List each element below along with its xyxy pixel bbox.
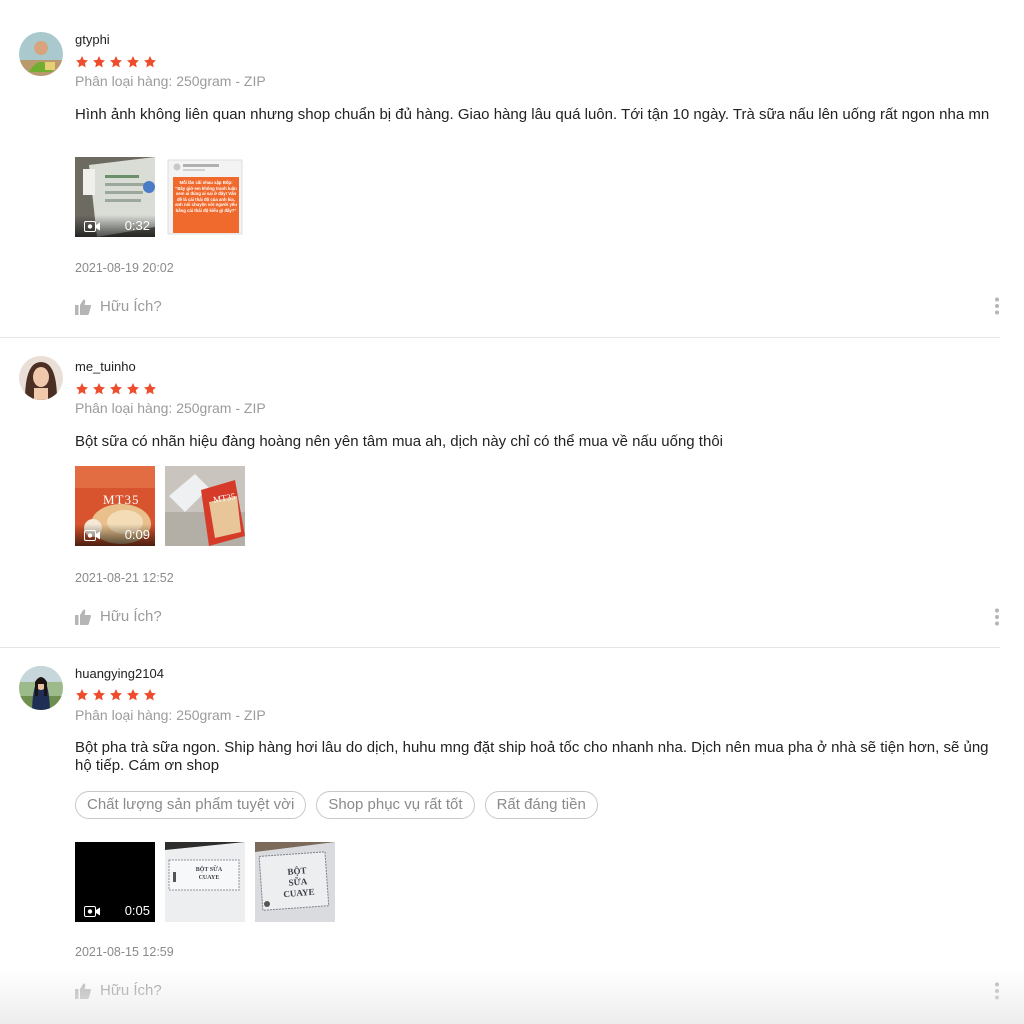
helpful-label: Hữu Ích? <box>100 608 162 625</box>
product-variation: Phân loại hàng: 250gram - ZIP <box>75 707 266 723</box>
star-icon <box>127 383 139 395</box>
star-icon <box>110 689 122 701</box>
reviewer-username[interactable]: huangying2104 <box>75 666 164 681</box>
star-icon <box>76 689 88 701</box>
video-camera-icon <box>84 221 100 232</box>
avatar[interactable] <box>19 666 63 710</box>
review-timestamp: 2021-08-21 12:52 <box>75 571 174 585</box>
star-icon <box>93 56 105 68</box>
reviewer-username[interactable]: me_tuinho <box>75 359 136 374</box>
video-thumbnail[interactable]: MT35 0:09 <box>75 466 155 546</box>
star-icon <box>93 383 105 395</box>
thumbs-up-icon <box>75 609 91 625</box>
video-duration: 0:05 <box>124 903 150 918</box>
review-timestamp: 2021-08-19 20:02 <box>75 261 174 275</box>
video-thumbnail[interactable]: 0:05 <box>75 842 155 922</box>
bag-label: BỘT SỮA CUAYE <box>195 867 223 881</box>
review-tags: Chất lượng sản phẩm tuyệt vời Shop phục … <box>75 791 598 819</box>
star-icon <box>144 689 156 701</box>
star-icon <box>110 383 122 395</box>
avatar[interactable] <box>19 356 63 400</box>
star-icon <box>76 383 88 395</box>
helpful-button[interactable]: Hữu Ích? <box>75 982 162 999</box>
review-timestamp: 2021-08-15 12:59 <box>75 945 174 959</box>
star-icon <box>144 383 156 395</box>
rating-stars <box>75 688 157 702</box>
bag-label: BỘT SỮA CUAYE <box>282 865 315 900</box>
review-image[interactable]: BỘT SỮA CUAYE <box>165 842 245 922</box>
product-variation: Phân loại hàng: 250gram - ZIP <box>75 73 266 89</box>
star-icon <box>93 689 105 701</box>
review-image[interactable]: MT35 <box>165 466 245 546</box>
video-duration: 0:09 <box>124 527 150 542</box>
more-options-icon[interactable] <box>994 608 1000 626</box>
review-media: 0:05 BỘT SỮA CUAYE BỘT SỮA CUAYE <box>75 842 335 922</box>
product-variation: Phân loại hàng: 250gram - ZIP <box>75 400 266 416</box>
star-icon <box>110 56 122 68</box>
rating-stars <box>75 55 157 69</box>
more-options-icon[interactable] <box>994 297 1000 315</box>
reviewer-username[interactable]: gtyphi <box>75 32 110 47</box>
review-comment: Bột sữa có nhãn hiệu đàng hoàng nên yên … <box>75 433 723 450</box>
star-icon <box>127 56 139 68</box>
helpful-button[interactable]: Hữu Ích? <box>75 298 162 315</box>
review-media: 0:32 Mỗi lần cãi nhau xập Bốp: "Bây giờ … <box>75 157 245 237</box>
review-image[interactable]: BỘT SỮA CUAYE <box>255 842 335 922</box>
review-item: me_tuinho Phân loại hàng: 250gram - ZIP … <box>0 338 1000 647</box>
helpful-label: Hữu Ích? <box>100 982 162 999</box>
video-thumbnail[interactable]: 0:32 <box>75 157 155 237</box>
review-tag: Chất lượng sản phẩm tuyệt vời <box>75 791 307 819</box>
thumbs-up-icon <box>75 983 91 999</box>
review-item: huangying2104 Phân loại hàng: 250gram - … <box>0 648 1000 1024</box>
rating-stars <box>75 382 157 396</box>
helpful-button[interactable]: Hữu Ích? <box>75 608 162 625</box>
review-item: gtyphi Phân loại hàng: 250gram - ZIP Hìn… <box>0 0 1000 337</box>
video-duration: 0:32 <box>124 218 150 233</box>
review-tag: Rất đáng tiền <box>484 791 598 819</box>
review-tag: Shop phục vụ rất tốt <box>316 791 475 819</box>
review-comment: Bột pha trà sữa ngon. Ship hàng hơi lâu … <box>75 739 989 774</box>
thumbs-up-icon <box>75 299 91 315</box>
star-icon <box>76 56 88 68</box>
avatar[interactable] <box>19 32 63 76</box>
helpful-label: Hữu Ích? <box>100 298 162 315</box>
image-overlay-text: Mỗi lần cãi nhau xập Bốp: "Bây giờ em kh… <box>175 180 237 213</box>
review-image[interactable]: Mỗi lần cãi nhau xập Bốp: "Bây giờ em kh… <box>165 157 245 237</box>
review-comment: Hình ảnh không liên quan nhưng shop chuẩ… <box>75 106 990 123</box>
product-label: MT35 <box>103 492 140 507</box>
star-icon <box>144 56 156 68</box>
star-icon <box>127 689 139 701</box>
more-options-icon[interactable] <box>994 982 1000 1000</box>
video-camera-icon <box>84 530 100 541</box>
review-media: MT35 0:09 MT35 <box>75 466 245 546</box>
video-camera-icon <box>84 906 100 917</box>
